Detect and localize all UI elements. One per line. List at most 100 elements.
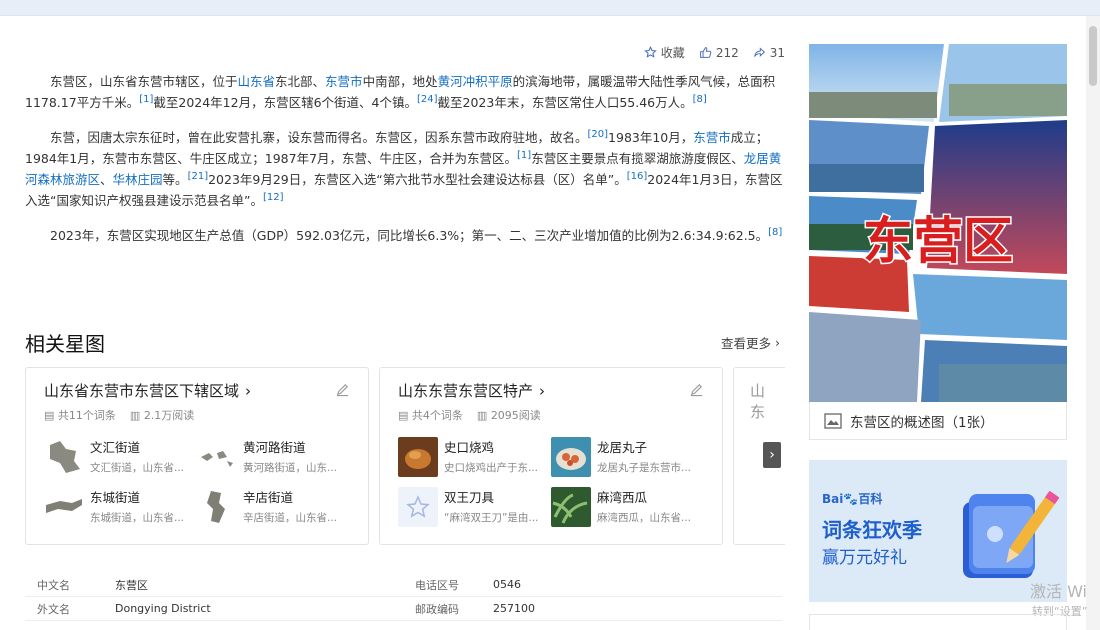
text: 东营，因唐太宗东征时，曾在此安营扎寨，设东营而得名。东营区，因系东营市政府驻地，… [50,130,588,145]
card-title-text: 山东 [750,382,766,421]
reference-link[interactable]: [21] [188,171,209,182]
text: 1983年10月， [608,130,694,145]
list-icon: ▤ [398,409,409,422]
link-dongying-city[interactable]: 东营市 [693,130,731,145]
item-desc: 辛店街道，山东省... [243,512,338,524]
reference-link[interactable]: [20] [588,129,609,140]
list-item[interactable]: 东城街道东城街道，山东省... [44,487,197,529]
paragraph-1: 东营区，山东省东营市辖区，位于山东省东北部、东营市中南部，地处黄河冲积平原的滨海… [25,71,785,113]
like-button[interactable]: 212 [699,46,739,60]
sidebar-summary-image[interactable]: 东营区 东营区的概述图（1张） [809,44,1067,440]
list-item[interactable]: 双王刀具 “麻湾双王刀”是由... [398,487,551,529]
folder-pencil-icon [963,490,1060,578]
list-item[interactable]: 辛店街道 辛店街道，山东省... [197,487,350,529]
reference-link[interactable]: [24] [417,94,438,105]
share-count: 31 [769,45,785,60]
reference-link[interactable]: [1] [517,150,531,161]
share-button[interactable]: 31 [753,46,785,60]
list-item[interactable]: 文汇街道 文汇街道，山东省... [44,437,197,479]
reads-text: 2095阅读 [490,409,541,422]
text: 截至2024年12月，东营区辖6个街道、4个镇。 [153,95,417,110]
edit-icon[interactable] [335,382,350,397]
item-desc: “麻湾双王刀”是由... [444,512,539,524]
view-more-label: 查看更多 [720,336,771,351]
item-desc: 龙居丸子是东营市... [597,462,692,474]
activation-watermark: 激活 Wi [1030,582,1088,601]
reads-text: 2.1万阅读 [143,409,195,422]
scrollbar-thumb[interactable] [1089,26,1097,86]
link-yellow-river-plain[interactable]: 黄河冲积平原 [438,74,513,89]
entries-count: ▤ 共11个词条 [44,407,116,423]
list-item[interactable]: 麻湾西瓜麻湾西瓜，山东省... [551,487,704,529]
item-name: 麻湾西瓜 [597,490,648,505]
list-icon: ▤ [44,409,55,422]
reference-link[interactable]: [8] [768,227,782,238]
card-title[interactable]: 山东省东营市东营区下辖区域 › [44,380,350,401]
text: 2023年9月29日，东营区入选“第六批节水型社会建设达标县（区）名单”。 [208,172,627,187]
star-map-card[interactable]: 山东东营东营区特产 › ▤ 共4个词条 ▥ 2095阅读 史口烧鸡 史口烧鸡出产于东… [379,367,723,545]
text: 2023年，东营区实现地区生产总值（GDP）592.03亿元，同比增长6.3%；… [50,228,769,243]
baike-logo: Bai🐾百科 [822,490,882,507]
thumbs-up-icon [699,47,712,58]
item-desc: 麻湾西瓜，山东省... [597,512,692,524]
text: 中南部，地处 [362,74,438,89]
view-more-link[interactable]: 查看更多 › [721,333,780,352]
entries-text: 共11个词条 [57,409,116,422]
item-desc: 史口烧鸡出产于东... [444,462,539,474]
link-dongying-city[interactable]: 东营市 [325,74,363,89]
promo-banner[interactable]: Bai🐾百科 词条狂欢季 赢万元好礼 [809,460,1067,602]
related-section-header: 相关星图 查看更多 › [25,328,780,357]
table-row: 外文名 Dongying District 邮政编码 257100 [25,597,782,621]
food-thumbnail [551,487,591,527]
like-count: 212 [715,45,739,60]
collect-label: 收藏 [660,46,685,60]
list-item[interactable]: 龙居丸子龙居丸子是东营市... [551,437,704,479]
chevron-right-icon: › [775,335,780,350]
list-item[interactable]: 黄河路街道 黄河路街道，山东... [197,437,350,479]
collect-button[interactable]: 收藏 [644,44,685,61]
table-row: 中文名 东营区 电话区号 0546 [25,573,782,597]
logo-text-b: 百科 [858,492,883,506]
chevron-right-icon: › [539,381,546,400]
page-scrollbar[interactable] [1086,16,1100,630]
entries-text: 共4个词条 [411,409,463,422]
link-hualin-manor[interactable]: 华林庄园 [113,172,163,187]
reference-link[interactable]: [16] [627,171,648,182]
article-main: 收藏 212 31 东营区，山东省东营市辖区，位于山东省东北部、东营市中南部，地… [25,40,785,621]
overview-image[interactable]: 东营区 [809,44,1067,402]
item-desc: 东城街道，山东省... [90,512,185,524]
paragraph-2: 东营，因唐太宗东征时，曾在此安营扎寨，设东营而得名。东营区，因系东营市政府驻地，… [25,127,785,211]
map-thumbnail [207,491,225,523]
image-title-text: 东营区 [863,212,1013,270]
reference-link[interactable]: [1] [139,94,153,105]
item-name: 龙居丸子 [597,440,648,455]
food-thumbnail [551,437,591,477]
item-name: 文汇街道 [90,440,141,455]
book-icon: ▥ [129,409,141,422]
info-key: 邮政编码 [415,602,459,616]
item-name: 东城街道 [90,490,141,505]
read-count: ▥ 2095阅读 [477,407,541,423]
article-actions: 收藏 212 31 [644,44,785,61]
placeholder-star-icon [398,487,438,527]
edit-icon[interactable] [689,382,704,397]
text: 东营区主要景点有揽翠湖旅游度假区、 [531,151,744,166]
link-shandong[interactable]: 山东省 [238,74,276,89]
reference-link[interactable]: [12] [263,192,284,203]
list-item[interactable]: 史口烧鸡 史口烧鸡出产于东... [398,437,551,479]
map-thumbnail [50,441,80,473]
reference-link[interactable]: [8] [693,94,707,105]
text: 、 [100,172,113,187]
card-meta: ▤ 共4个词条 ▥ 2095阅读 [398,407,704,423]
image-icon [824,412,842,429]
image-caption[interactable]: 东营区的概述图（1张） [809,402,1067,440]
info-value: 257100 [493,602,535,615]
map-thumbnail [46,499,82,513]
star-map-card[interactable]: 山东省东营市东营区下辖区域 › ▤ 共11个词条 ▥ 2.1万阅读 文汇街道 文汇街… [25,367,369,545]
carousel-next-button[interactable]: › [763,442,781,468]
card-title[interactable]: 山东东营东营区特产 › [398,380,704,401]
chevron-right-icon: › [245,381,252,400]
map-thumbnail [201,451,233,467]
card-title-text: 山东省东营市东营区下辖区域 [44,382,240,400]
browser-top-bar [0,0,1100,16]
